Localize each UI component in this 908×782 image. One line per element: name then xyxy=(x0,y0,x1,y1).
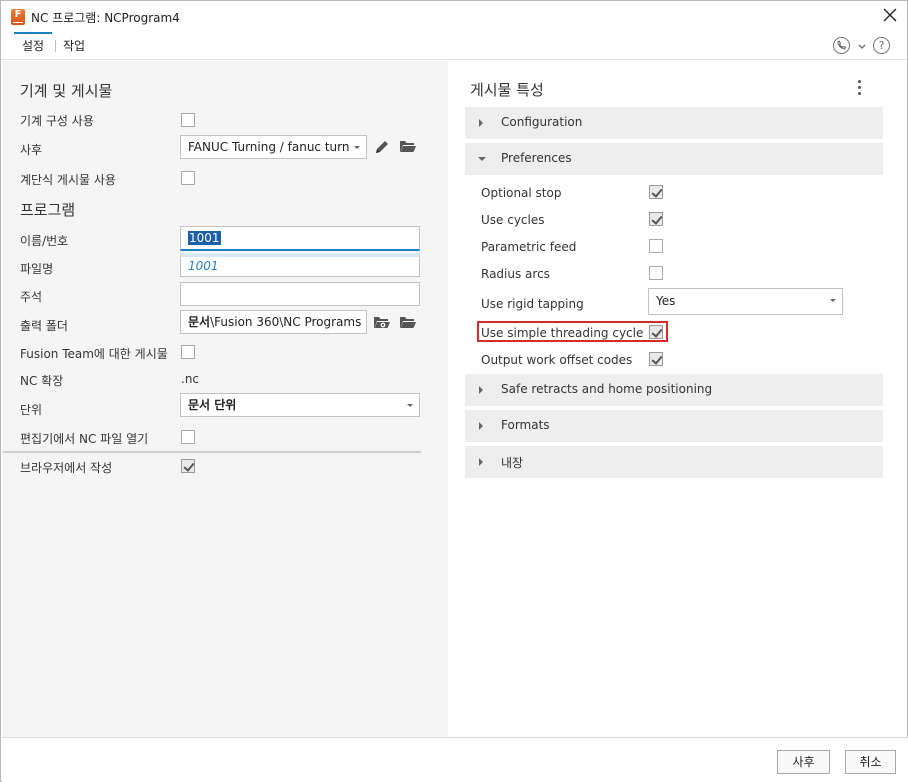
pref-simple-threading-checkbox[interactable] xyxy=(649,325,663,339)
chevron-right-icon xyxy=(479,119,483,127)
pref-rigid-tapping-value: Yes xyxy=(656,294,676,308)
dialog-window: F NC 프로그램: NCProgram4 설정 작업 ? 기계 및 게시물 기… xyxy=(0,0,908,782)
group-preferences-label: Preferences xyxy=(501,151,572,165)
chevron-right-icon xyxy=(479,422,483,430)
tab-separator xyxy=(55,40,56,52)
group-configuration-label: Configuration xyxy=(501,115,583,129)
close-icon[interactable] xyxy=(881,6,899,24)
pref-use-cycles-label: Use cycles xyxy=(481,213,545,227)
group-builtin-label: 내장 xyxy=(501,456,524,470)
divider xyxy=(3,451,421,453)
chevron-right-icon xyxy=(479,458,483,466)
machine-config-label: 기계 구성 사용 xyxy=(20,114,94,128)
cascade-post-checkbox[interactable] xyxy=(181,171,195,185)
pref-parametric-feed-checkbox[interactable] xyxy=(649,239,663,253)
group-formats[interactable]: Formats xyxy=(465,410,883,442)
post-label: 사후 xyxy=(20,143,43,157)
unit-select-value: 문서 단위 xyxy=(188,398,237,412)
create-in-browser-checkbox[interactable] xyxy=(181,459,195,473)
output-folder-input[interactable]: 문서\Fusion 360\NC Programs xyxy=(180,310,367,334)
post-select[interactable]: FANUC Turning / fanuc turn xyxy=(180,135,367,159)
more-vertical-icon[interactable] xyxy=(853,78,867,96)
tab-operations[interactable]: 작업 xyxy=(63,37,85,54)
post-select-value: FANUC Turning / fanuc turn xyxy=(188,140,350,154)
phone-icon[interactable] xyxy=(833,37,850,54)
group-builtin[interactable]: 내장 xyxy=(465,446,883,478)
cancel-button[interactable]: 취소 xyxy=(845,750,896,774)
nc-extension-label: NC 확장 xyxy=(20,374,64,388)
comment-label: 주석 xyxy=(20,290,43,304)
filename-label: 파일명 xyxy=(20,262,54,276)
pref-work-offset-label: Output work offset codes xyxy=(481,353,633,367)
pref-rigid-tapping-label: Use rigid tapping xyxy=(481,297,584,311)
filename-input[interactable]: 1001 xyxy=(180,253,420,277)
nc-extension-value: .nc xyxy=(181,372,200,386)
machine-config-checkbox[interactable] xyxy=(181,113,195,127)
program-name-input[interactable]: 1001 xyxy=(180,226,420,251)
pref-optional-stop-label: Optional stop xyxy=(481,186,562,200)
section-machine-post-title: 기계 및 게시물 xyxy=(20,82,113,100)
fusion-team-label: Fusion Team에 대한 게시물 xyxy=(20,347,168,361)
open-in-editor-checkbox[interactable] xyxy=(181,430,195,444)
program-name-label: 이름/번호 xyxy=(20,234,69,248)
chevron-down-icon[interactable] xyxy=(857,41,867,51)
chevron-right-icon xyxy=(479,386,483,394)
post-properties-title: 게시물 특성 xyxy=(470,81,544,99)
folder-icon[interactable] xyxy=(399,138,419,156)
output-folder-value-rest: \Fusion 360\NC Programs xyxy=(210,315,362,329)
tab-settings[interactable]: 설정 xyxy=(13,32,53,54)
output-folder-value-bold: 문서 xyxy=(188,315,211,329)
settings-left-pane: 기계 및 게시물 기계 구성 사용 사후 FANUC Turning / fan… xyxy=(2,61,448,737)
unit-select[interactable]: 문서 단위 xyxy=(180,393,420,417)
group-safe-retracts[interactable]: Safe retracts and home positioning xyxy=(465,374,883,406)
help-icon[interactable]: ? xyxy=(873,37,890,54)
pref-optional-stop-checkbox[interactable] xyxy=(649,185,663,199)
post-button[interactable]: 사후 xyxy=(777,750,830,774)
pref-radius-arcs-checkbox[interactable] xyxy=(649,266,663,280)
window-title: NC 프로그램: NCProgram4 xyxy=(31,11,180,25)
pencil-icon[interactable] xyxy=(373,138,393,156)
comment-input[interactable] xyxy=(180,282,420,306)
pref-rigid-tapping-select[interactable]: Yes xyxy=(648,288,843,315)
group-configuration[interactable]: Configuration xyxy=(465,107,883,139)
title-bar: F NC 프로그램: NCProgram4 xyxy=(1,1,907,32)
create-in-browser-label: 브라우저에서 작성 xyxy=(20,461,113,475)
open-in-editor-label: 편집기에서 NC 파일 열기 xyxy=(20,432,149,446)
output-folder-label: 출력 폴더 xyxy=(20,319,68,333)
group-preferences[interactable]: Preferences xyxy=(465,143,883,175)
fusion-team-checkbox[interactable] xyxy=(181,345,195,359)
group-safe-retracts-label: Safe retracts and home positioning xyxy=(501,382,713,396)
unit-label: 단위 xyxy=(20,403,43,417)
dialog-footer: 사후 취소 xyxy=(2,737,908,782)
help-group: ? xyxy=(833,37,893,55)
pref-work-offset-checkbox[interactable] xyxy=(649,352,663,366)
pref-radius-arcs-label: Radius arcs xyxy=(481,267,550,281)
pref-simple-threading-label: Use simple threading cycle xyxy=(481,326,644,340)
post-properties-pane: 게시물 특성 Configuration Preferences Optiona… xyxy=(448,61,895,737)
pref-parametric-feed-label: Parametric feed xyxy=(481,240,577,254)
cascade-post-label: 계단식 게시물 사용 xyxy=(20,173,116,187)
folder-settings-icon[interactable] xyxy=(373,314,393,332)
program-name-value: 1001 xyxy=(188,231,221,245)
tab-strip: 설정 작업 ? xyxy=(1,32,907,60)
chevron-down-icon xyxy=(478,157,486,161)
pref-use-cycles-checkbox[interactable] xyxy=(649,212,663,226)
group-formats-label: Formats xyxy=(501,418,550,432)
section-program-title: 프로그램 xyxy=(20,201,76,219)
app-icon: F xyxy=(11,9,25,25)
folder-icon[interactable] xyxy=(399,314,419,332)
filename-value: 1001 xyxy=(188,259,219,273)
